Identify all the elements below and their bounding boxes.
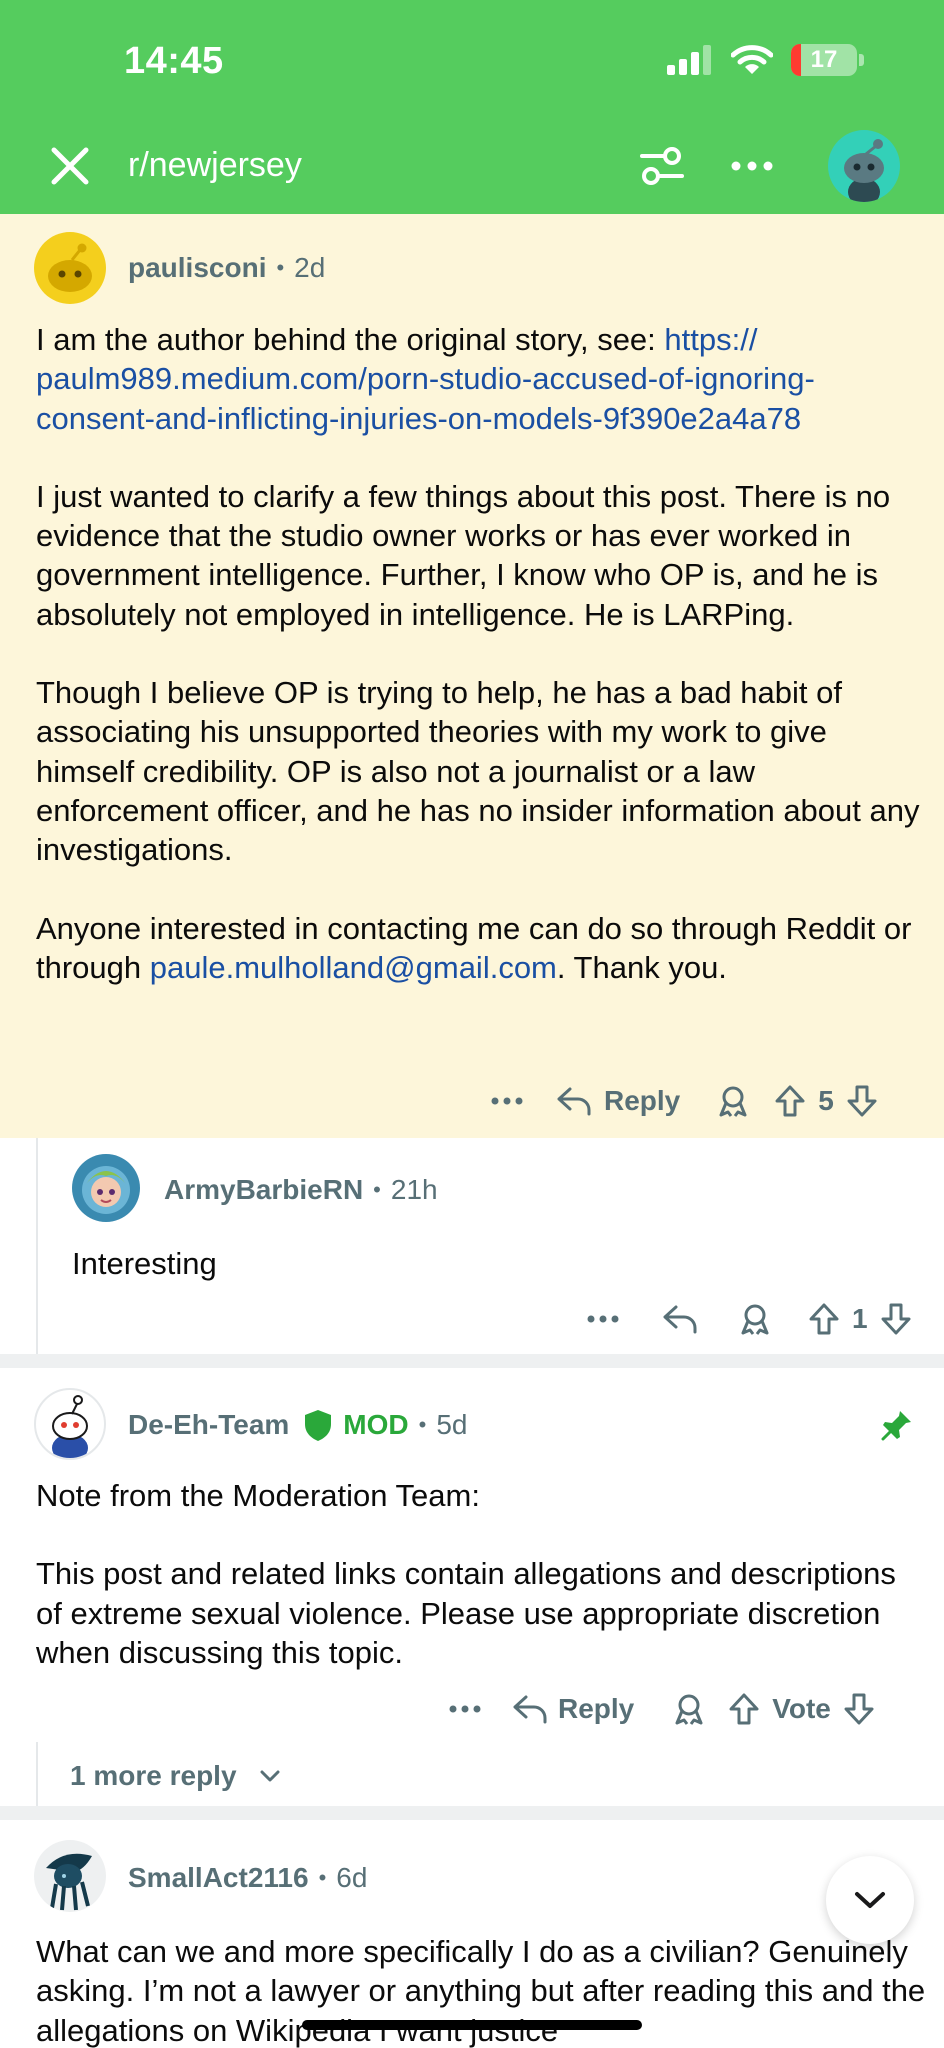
story-link-line-2[interactable]: paulm989.medium.com/porn-studio-accused-… bbox=[36, 361, 815, 396]
commenter-avatar[interactable] bbox=[72, 1154, 140, 1222]
signal-icon bbox=[667, 45, 711, 75]
award-icon[interactable] bbox=[672, 1692, 706, 1726]
home-indicator[interactable] bbox=[302, 2020, 642, 2030]
wifi-icon bbox=[731, 45, 773, 74]
email-link[interactable]: paule.mulholland@gmail.com bbox=[150, 950, 557, 985]
vote-score: 1 bbox=[852, 1303, 868, 1334]
paragraph-text: I am the author behind the original stor… bbox=[36, 322, 665, 357]
reply-age: 21h bbox=[390, 1174, 438, 1205]
comment-age: 6d bbox=[336, 1862, 368, 1893]
thread-line bbox=[36, 1742, 38, 1806]
mod-comment-meta: De-Eh-Team MOD • 5d bbox=[128, 1409, 468, 1441]
award-icon[interactable] bbox=[738, 1302, 772, 1336]
reply-icon[interactable] bbox=[512, 1694, 548, 1724]
reply-button[interactable]: Reply bbox=[604, 1085, 680, 1117]
status-time: 14:45 bbox=[124, 40, 224, 82]
more-replies-button[interactable]: 1 more reply bbox=[70, 1760, 281, 1792]
downvote-icon[interactable] bbox=[843, 1692, 875, 1726]
award-icon[interactable] bbox=[716, 1084, 750, 1118]
reply-icon[interactable] bbox=[556, 1086, 592, 1116]
comment-author[interactable]: SmallAct2116 bbox=[128, 1862, 309, 1894]
vote-button[interactable]: Vote bbox=[772, 1693, 831, 1725]
battery-indicator: 17 bbox=[791, 44, 857, 76]
mod-comment-body: Note from the Moderation Team: This post… bbox=[36, 1476, 926, 1672]
status-icons: 17 bbox=[667, 44, 864, 76]
more-options-icon[interactable] bbox=[728, 150, 776, 182]
pin-icon bbox=[881, 1411, 911, 1441]
story-link[interactable]: https:// bbox=[664, 322, 757, 357]
battery-tip bbox=[859, 54, 864, 66]
reply-actions: 1 bbox=[586, 1302, 912, 1336]
vote-score: 5 bbox=[818, 1085, 834, 1116]
reply-icon[interactable] bbox=[662, 1304, 698, 1334]
comment-paragraph: I just wanted to clarify a few things ab… bbox=[36, 478, 891, 632]
comment-meta: paulisconi • 2d bbox=[128, 252, 326, 284]
reply-meta: ArmyBarbieRN • 21h bbox=[164, 1174, 438, 1206]
comment-paragraph: This post and related links contain alle… bbox=[36, 1556, 896, 1670]
close-icon[interactable] bbox=[48, 144, 92, 188]
chevron-down-icon[interactable] bbox=[259, 1769, 281, 1783]
reddit-thread-screen: 14:45 17 r/newjersey paulisconi • 2d I a… bbox=[0, 0, 944, 2048]
more-icon[interactable] bbox=[490, 1096, 524, 1106]
downvote-icon[interactable] bbox=[880, 1302, 912, 1336]
comment-age: 2d bbox=[294, 252, 326, 283]
sort-filter-icon[interactable] bbox=[638, 142, 686, 190]
downvote-icon[interactable] bbox=[846, 1084, 878, 1118]
battery-percent: 17 bbox=[810, 46, 838, 73]
comment-separator bbox=[0, 1354, 944, 1368]
comment-actions: Reply 5 bbox=[490, 1084, 878, 1118]
mod-comment-actions: Reply Vote bbox=[448, 1692, 875, 1726]
user-avatar[interactable] bbox=[828, 130, 900, 202]
mod-comment-age: 5d bbox=[436, 1409, 468, 1440]
shield-icon bbox=[305, 1410, 332, 1441]
subreddit-title[interactable]: r/newjersey bbox=[128, 146, 302, 185]
more-icon[interactable] bbox=[586, 1314, 620, 1324]
comment-body: What can we and more specifically I do a… bbox=[36, 1934, 926, 2048]
upvote-icon[interactable] bbox=[728, 1692, 760, 1726]
upvote-icon[interactable] bbox=[808, 1302, 840, 1336]
more-replies-label[interactable]: 1 more reply bbox=[70, 1760, 237, 1792]
reply-button[interactable]: Reply bbox=[558, 1693, 634, 1725]
comment-body: I am the author behind the original stor… bbox=[36, 320, 926, 987]
reply-author[interactable]: ArmyBarbieRN bbox=[164, 1174, 363, 1206]
scroll-down-button[interactable] bbox=[826, 1856, 914, 1944]
commenter-avatar[interactable] bbox=[34, 1388, 106, 1460]
comment-paragraph: Though I believe OP is trying to help, h… bbox=[36, 675, 920, 868]
comment-separator bbox=[0, 1806, 944, 1820]
upvote-icon[interactable] bbox=[774, 1084, 806, 1118]
comment-author[interactable]: paulisconi bbox=[128, 252, 266, 284]
story-link-line-3[interactable]: consent-and-inflicting-injuries-on-model… bbox=[36, 401, 801, 436]
commenter-avatar[interactable] bbox=[34, 232, 106, 304]
mod-badge: MOD bbox=[343, 1409, 409, 1440]
comment-meta: SmallAct2116 • 6d bbox=[128, 1862, 368, 1894]
commenter-avatar[interactable] bbox=[34, 1840, 106, 1912]
chevron-down-icon bbox=[855, 1892, 885, 1908]
paragraph-text: . Thank you. bbox=[556, 949, 727, 985]
more-icon[interactable] bbox=[448, 1704, 482, 1714]
mod-author[interactable]: De-Eh-Team bbox=[128, 1409, 289, 1441]
comment-paragraph: Note from the Moderation Team: bbox=[36, 1478, 480, 1513]
thread-line bbox=[36, 1138, 38, 1354]
reply-body: Interesting bbox=[72, 1246, 217, 1281]
app-header: 14:45 17 r/newjersey bbox=[0, 0, 944, 214]
comment-paragraph: Anyone interested in contacting me can d… bbox=[36, 909, 926, 988]
comment-paragraph: I am the author behind the original stor… bbox=[36, 320, 926, 438]
